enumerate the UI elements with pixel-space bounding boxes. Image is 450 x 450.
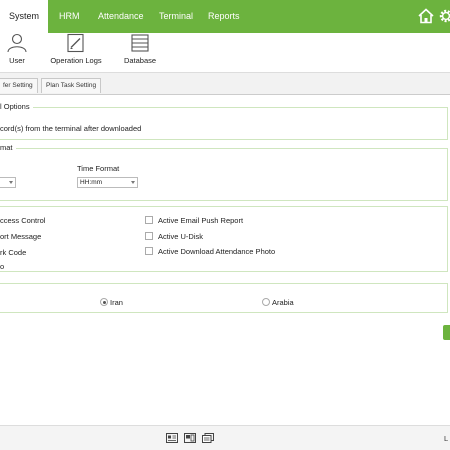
- user-button[interactable]: User: [2, 33, 32, 73]
- gear-icon[interactable]: [437, 7, 450, 25]
- chevron-down-icon: [9, 181, 13, 184]
- tab-reports[interactable]: Reports: [208, 0, 240, 33]
- copy-icon[interactable]: [202, 433, 214, 443]
- short-message-option-label: ort Message: [0, 232, 42, 241]
- u-disk-label: Active U-Disk: [158, 232, 204, 241]
- download-options-legend: l Options: [0, 102, 33, 111]
- tab-transfer-setting[interactable]: fer Setting: [0, 78, 38, 93]
- save-button[interactable]: [443, 325, 450, 340]
- format-legend: mat: [0, 143, 16, 152]
- id-card-icon[interactable]: [166, 433, 178, 443]
- ribbon-toolbar: User Operation Logs Database: [0, 33, 450, 73]
- region-radio-iran[interactable]: [100, 298, 108, 306]
- database-icon: [131, 34, 149, 52]
- email-push-report-checkbox[interactable]: [145, 216, 153, 224]
- tab-system[interactable]: System: [0, 0, 48, 33]
- tab-plan-task-setting[interactable]: Plan Task Setting: [41, 78, 102, 93]
- photo-option-label: o: [0, 262, 5, 271]
- operation-logs-button[interactable]: Operation Logs: [48, 33, 104, 73]
- operation-logs-button-label: Operation Logs: [50, 56, 102, 65]
- time-format-select[interactable]: HH:mm: [77, 177, 138, 188]
- system-settings-form: l Options cord(s) from the terminal afte…: [0, 95, 450, 425]
- database-button-label: Database: [123, 56, 157, 65]
- date-format-select[interactable]: [0, 177, 16, 188]
- download-photo-label: Active Download Attendance Photo: [158, 247, 276, 256]
- region-arabia-label: Arabia: [272, 298, 294, 307]
- tab-terminal[interactable]: Terminal: [159, 0, 193, 33]
- home-icon[interactable]: [417, 7, 435, 25]
- chevron-down-icon: [131, 181, 135, 184]
- tab-hrm[interactable]: HRM: [59, 0, 80, 33]
- operation-logs-icon: [67, 33, 84, 53]
- settings-subtabs: fer Setting Plan Task Setting: [0, 73, 450, 95]
- work-code-option-label: rk Code: [0, 248, 27, 257]
- time-format-value: HH:mm: [80, 179, 103, 186]
- terminal-device-icon[interactable]: [184, 433, 196, 443]
- status-bar: L: [0, 425, 450, 450]
- top-nav-bar: System HRM Attendance Terminal Reports: [0, 0, 450, 33]
- download-photo-checkbox[interactable]: [145, 247, 153, 255]
- time-format-label: Time Format: [77, 164, 120, 173]
- region-radio-arabia[interactable]: [262, 298, 270, 306]
- region-section: [0, 283, 448, 313]
- tab-attendance[interactable]: Attendance: [98, 0, 144, 33]
- status-text: L: [444, 434, 449, 443]
- email-push-report-label: Active Email Push Report: [158, 216, 244, 225]
- format-section: [0, 148, 448, 201]
- delete-records-option-text: cord(s) from the terminal after download…: [0, 124, 142, 133]
- region-iran-label: Iran: [110, 298, 123, 307]
- user-icon: [7, 33, 27, 53]
- u-disk-checkbox[interactable]: [145, 232, 153, 240]
- database-button[interactable]: Database: [122, 33, 158, 73]
- access-control-option-label: ccess Control: [0, 216, 46, 225]
- user-button-label: User: [9, 56, 25, 65]
